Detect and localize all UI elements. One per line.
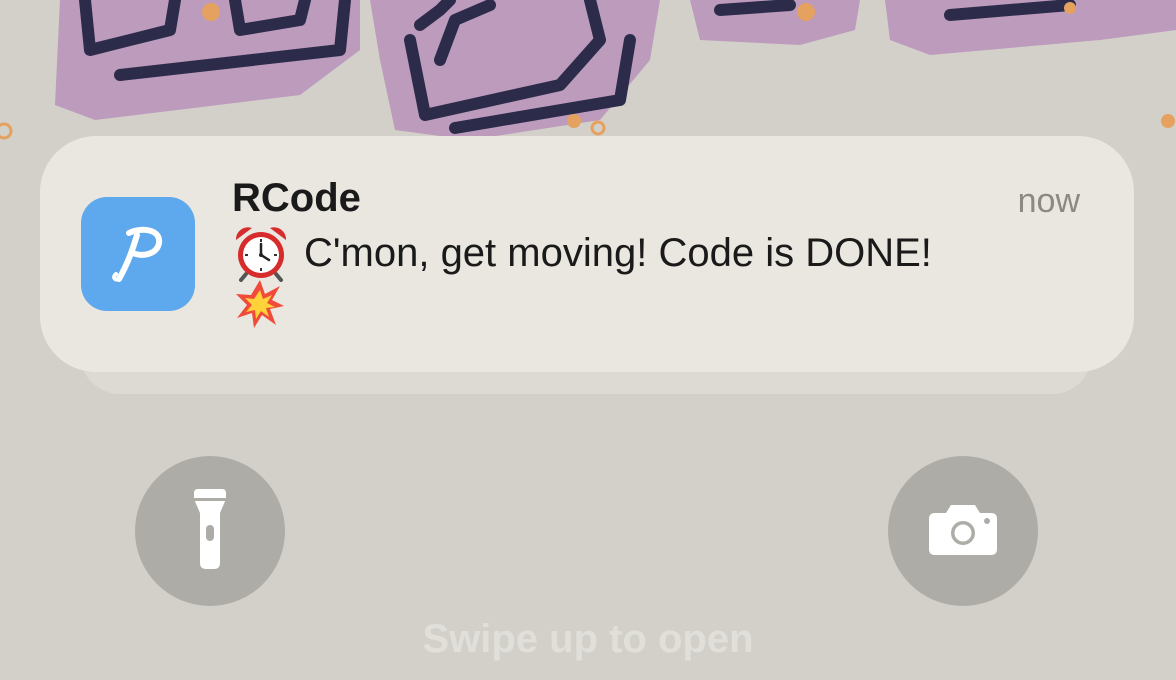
notification-time: now [1017, 182, 1080, 220]
notification-message: C'mon, get moving! Code is DONE! [232, 224, 932, 282]
alarm-clock-icon [232, 224, 290, 282]
collision-icon [234, 278, 286, 330]
flashlight-button[interactable] [135, 456, 285, 606]
camera-icon [929, 503, 997, 560]
notification-card[interactable]: RCode now C'mon, get moving! Code is DON… [40, 136, 1134, 372]
rcode-app-icon [81, 197, 195, 311]
camera-button[interactable] [888, 456, 1038, 606]
app-name: RCode [232, 176, 361, 220]
swipe-up-hint: Swipe up to open [422, 617, 754, 661]
flashlight-icon [190, 488, 230, 574]
message-text: C'mon, get moving! Code is DONE! [304, 230, 932, 275]
